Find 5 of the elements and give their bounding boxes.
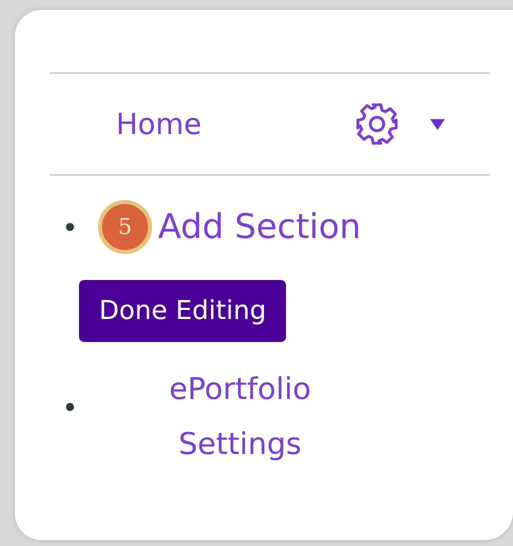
- list-link[interactable]: Add Section: [158, 207, 361, 247]
- list-link[interactable]: ePortfolio Settings: [120, 362, 360, 472]
- home-link[interactable]: Home: [116, 107, 354, 141]
- done-editing-button[interactable]: Done Editing: [79, 280, 286, 342]
- step-badge: 5: [98, 200, 152, 254]
